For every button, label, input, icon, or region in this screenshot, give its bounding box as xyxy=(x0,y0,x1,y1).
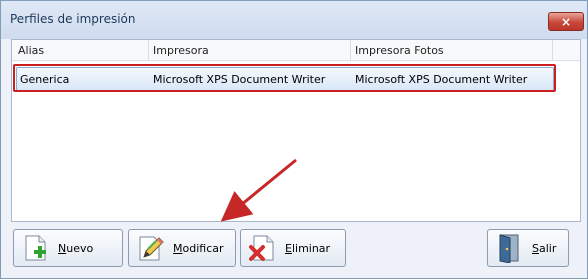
exit-door-icon xyxy=(499,234,519,263)
column-separator[interactable] xyxy=(148,40,149,60)
column-header-impresora[interactable]: Impresora xyxy=(153,44,209,57)
nuevo-button[interactable]: Nuevo xyxy=(13,229,123,267)
title-bar: Perfiles de impresión × xyxy=(1,1,587,39)
eliminar-button[interactable]: Eliminar xyxy=(240,229,346,267)
column-header-impresora-fotos[interactable]: Impresora Fotos xyxy=(355,44,444,57)
new-document-plus-icon xyxy=(25,235,46,261)
salir-label: Salir xyxy=(532,241,557,255)
column-separator[interactable] xyxy=(552,40,553,60)
modificar-label: Modificar xyxy=(173,241,224,255)
list-header: Alias Impresora Impresora Fotos xyxy=(12,40,580,61)
profiles-list[interactable]: Alias Impresora Impresora Fotos Generica… xyxy=(11,39,581,222)
edit-pencil-icon xyxy=(139,236,164,261)
column-separator[interactable] xyxy=(350,40,351,60)
close-button[interactable]: × xyxy=(548,12,584,31)
window-title: Perfiles de impresión xyxy=(10,12,136,26)
nuevo-label: Nuevo xyxy=(58,241,94,255)
close-icon: × xyxy=(560,14,572,29)
selection-highlight-box xyxy=(13,64,556,92)
modificar-button[interactable]: Modificar xyxy=(128,229,236,267)
eliminar-label: Eliminar xyxy=(285,241,331,255)
column-header-alias[interactable]: Alias xyxy=(18,44,44,57)
delete-document-icon xyxy=(249,235,274,261)
salir-button[interactable]: Salir xyxy=(487,229,569,267)
